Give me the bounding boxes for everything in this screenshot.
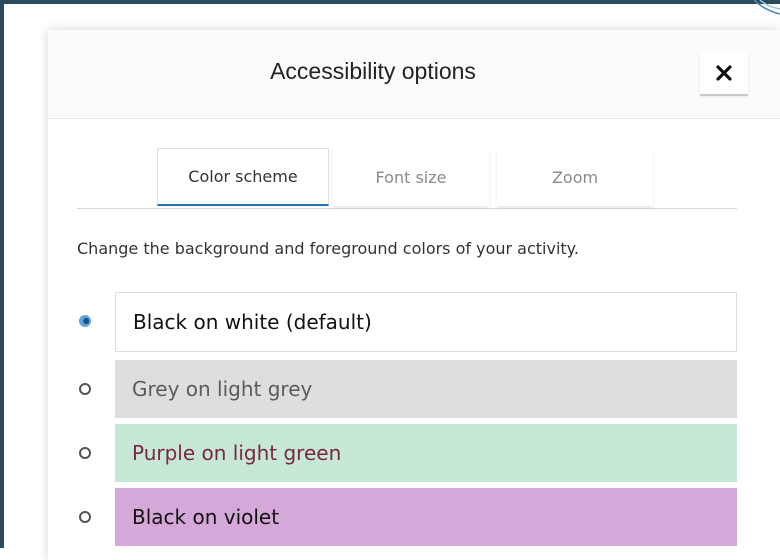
option-label[interactable]: Grey on light grey bbox=[115, 360, 737, 418]
dialog-header: Accessibility options bbox=[48, 30, 780, 119]
option-label[interactable]: Purple on light green bbox=[115, 424, 737, 482]
close-icon bbox=[716, 65, 732, 81]
radio-black-on-white[interactable] bbox=[79, 315, 91, 327]
radio-purple-on-light-green[interactable] bbox=[79, 447, 91, 459]
tab-zoom[interactable]: Zoom bbox=[497, 148, 653, 206]
accessibility-dialog: Accessibility options Color scheme Font … bbox=[48, 30, 780, 560]
option-black-on-violet[interactable]: Black on violet bbox=[77, 488, 757, 546]
tab-color-scheme[interactable]: Color scheme bbox=[157, 148, 329, 206]
tab-font-size[interactable]: Font size bbox=[333, 148, 489, 206]
radio-black-on-violet[interactable] bbox=[79, 511, 91, 523]
dialog-title: Accessibility options bbox=[270, 58, 476, 84]
tab-bar: Color scheme Font size Zoom bbox=[77, 148, 737, 209]
corner-decoration bbox=[750, 0, 780, 18]
close-button[interactable] bbox=[700, 52, 748, 96]
option-grey-on-light-grey[interactable]: Grey on light grey bbox=[77, 360, 757, 418]
radio-grey-on-light-grey[interactable] bbox=[79, 383, 91, 395]
option-purple-on-light-green[interactable]: Purple on light green bbox=[77, 424, 757, 482]
option-black-on-white[interactable]: Black on white (default) bbox=[77, 292, 757, 352]
option-label[interactable]: Black on white (default) bbox=[115, 292, 737, 352]
option-label[interactable]: Black on violet bbox=[115, 488, 737, 546]
description-text: Change the background and foreground col… bbox=[77, 239, 579, 258]
